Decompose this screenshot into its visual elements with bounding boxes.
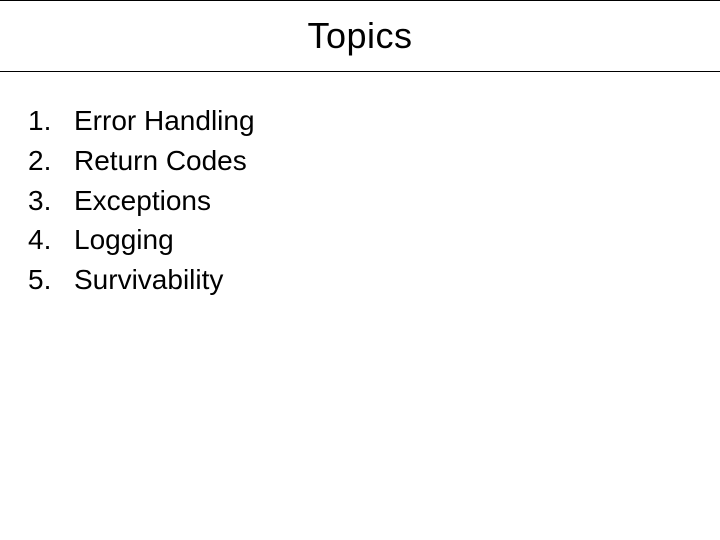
list-item: 3. Exceptions [28, 182, 720, 220]
title-bar: Topics [0, 0, 720, 72]
slide-title: Topics [0, 15, 720, 57]
list-text: Logging [66, 221, 174, 259]
list-item: 1. Error Handling [28, 102, 720, 140]
slide-content: 1. Error Handling 2. Return Codes 3. Exc… [0, 72, 720, 299]
slide: Topics 1. Error Handling 2. Return Codes… [0, 0, 720, 540]
list-number: 2. [28, 142, 66, 180]
list-item: 5. Survivability [28, 261, 720, 299]
list-number: 1. [28, 102, 66, 140]
list-number: 3. [28, 182, 66, 220]
list-text: Survivability [66, 261, 223, 299]
list-number: 5. [28, 261, 66, 299]
list-text: Exceptions [66, 182, 211, 220]
list-item: 2. Return Codes [28, 142, 720, 180]
list-item: 4. Logging [28, 221, 720, 259]
list-text: Error Handling [66, 102, 255, 140]
topic-list: 1. Error Handling 2. Return Codes 3. Exc… [28, 102, 720, 299]
list-number: 4. [28, 221, 66, 259]
list-text: Return Codes [66, 142, 247, 180]
